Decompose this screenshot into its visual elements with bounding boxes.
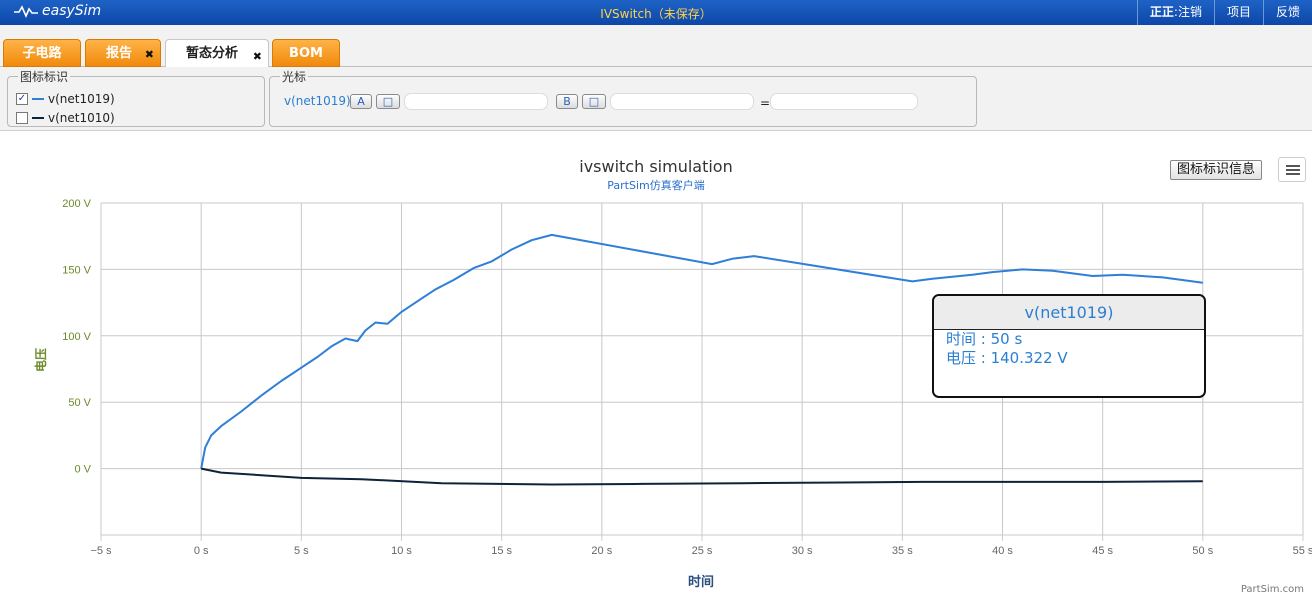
x-tick-label: −5 s <box>90 545 112 557</box>
top-menu: 正正:注销 项目 反馈 <box>1136 0 1312 25</box>
legend-checkbox[interactable] <box>16 112 28 124</box>
x-tick-label: 5 s <box>294 545 309 557</box>
cursor-a-field[interactable] <box>404 93 548 110</box>
cursor-b-field[interactable] <box>610 93 754 110</box>
cursor-signal-label[interactable]: v(net1019) <box>284 94 351 108</box>
control-panel-row: 图标标识 ✓ v(net1019) v(net1010) 光标 v(net101… <box>0 67 1312 131</box>
y-tick-label: 150 V <box>62 264 91 276</box>
x-tick-label: 55 s <box>1293 545 1312 557</box>
x-tick-label: 0 s <box>194 545 209 557</box>
series-swatch <box>32 117 44 119</box>
tab-transient-analysis[interactable]: 暂态分析 ✖ <box>165 39 269 68</box>
x-tick-label: 15 s <box>491 545 512 557</box>
tooltip-time-row: 时间 : 50 s <box>934 330 1204 349</box>
partsim-credit[interactable]: PartSim.com <box>1241 584 1304 595</box>
x-tick-label: 25 s <box>692 545 713 557</box>
y-tick-label: 0 V <box>74 464 91 476</box>
x-axis-label: 时间 <box>687 575 714 590</box>
tab-report[interactable]: 报告 ✖ <box>85 39 161 67</box>
legend-item-label: v(net1019) <box>48 92 115 106</box>
x-tick-label: 40 s <box>992 545 1013 557</box>
legend-item-label: v(net1010) <box>48 111 115 125</box>
x-tick-label: 50 s <box>1192 545 1213 557</box>
tab-subcircuit[interactable]: 子电路 <box>3 39 81 67</box>
document-title: IVSwitch（未保存） <box>600 7 712 21</box>
x-tick-label: 10 s <box>391 545 412 557</box>
hamburger-menu-icon[interactable] <box>1278 157 1306 182</box>
y-axis-label: 电压 <box>34 347 48 372</box>
tab-bom[interactable]: BOM <box>272 39 340 67</box>
x-tick-label: 45 s <box>1092 545 1113 557</box>
y-tick-label: 50 V <box>68 397 91 409</box>
feedback-link[interactable]: 反馈 <box>1262 0 1312 25</box>
x-tick-label: 20 s <box>591 545 612 557</box>
y-tick-label: 200 V <box>62 198 91 210</box>
x-tick-label: 35 s <box>892 545 913 557</box>
cursor-panel: 光标 v(net1019) A □ B □ = <box>269 68 977 127</box>
projects-link[interactable]: 项目 <box>1213 0 1263 25</box>
tab-label: BOM <box>289 46 323 61</box>
cursor-b-square-button[interactable]: □ <box>582 94 606 109</box>
tooltip-title: v(net1019) <box>934 296 1204 330</box>
legend-panel: 图标标识 ✓ v(net1019) v(net1010) <box>7 68 265 127</box>
close-icon[interactable]: ✖ <box>145 41 154 69</box>
cursor-a-button[interactable]: A <box>350 94 372 109</box>
legend-checkbox-checked[interactable]: ✓ <box>16 93 28 105</box>
tooltip-time-value: 50 s <box>990 330 1023 348</box>
tab-label: 报告 <box>106 46 133 61</box>
logout-link[interactable]: :注销 <box>1174 5 1202 19</box>
tab-bar: 子电路 报告 ✖ 暂态分析 ✖ BOM <box>0 25 1312 68</box>
legend-item-net1019[interactable]: ✓ v(net1019) <box>16 92 115 106</box>
series-swatch <box>32 98 44 100</box>
user-menu[interactable]: 正正:注销 <box>1136 0 1214 25</box>
cursor-a-square-button[interactable]: □ <box>376 94 400 109</box>
legend-item-net1010[interactable]: v(net1010) <box>16 111 115 125</box>
tooltip-voltage-value: 140.322 V <box>990 349 1068 367</box>
legend-info-button[interactable]: 图标标识信息 <box>1170 160 1262 180</box>
tooltip-time-label: 时间 : <box>946 330 991 348</box>
cursor-b-button[interactable]: B <box>556 94 578 109</box>
username: 正正 <box>1149 5 1174 19</box>
tab-label: 暂态分析 <box>186 46 239 61</box>
cursor-result-field[interactable] <box>770 93 918 110</box>
tab-label: 子电路 <box>22 46 62 61</box>
tooltip-voltage-label: 电压 : <box>946 349 991 367</box>
y-tick-label: 100 V <box>62 331 91 343</box>
tooltip-voltage-row: 电压 : 140.322 V <box>934 349 1204 368</box>
data-tooltip: v(net1019) 时间 : 50 s 电压 : 140.322 V <box>932 294 1206 398</box>
x-tick-label: 30 s <box>792 545 813 557</box>
top-bar: easySim IVSwitch（未保存） 正正:注销 项目 反馈 <box>0 0 1312 25</box>
chart-title: ivswitch simulation <box>579 157 733 176</box>
legend-panel-title: 图标标识 <box>20 70 69 84</box>
equals-sign: = <box>760 96 771 110</box>
cursor-panel-title: 光标 <box>282 70 307 84</box>
